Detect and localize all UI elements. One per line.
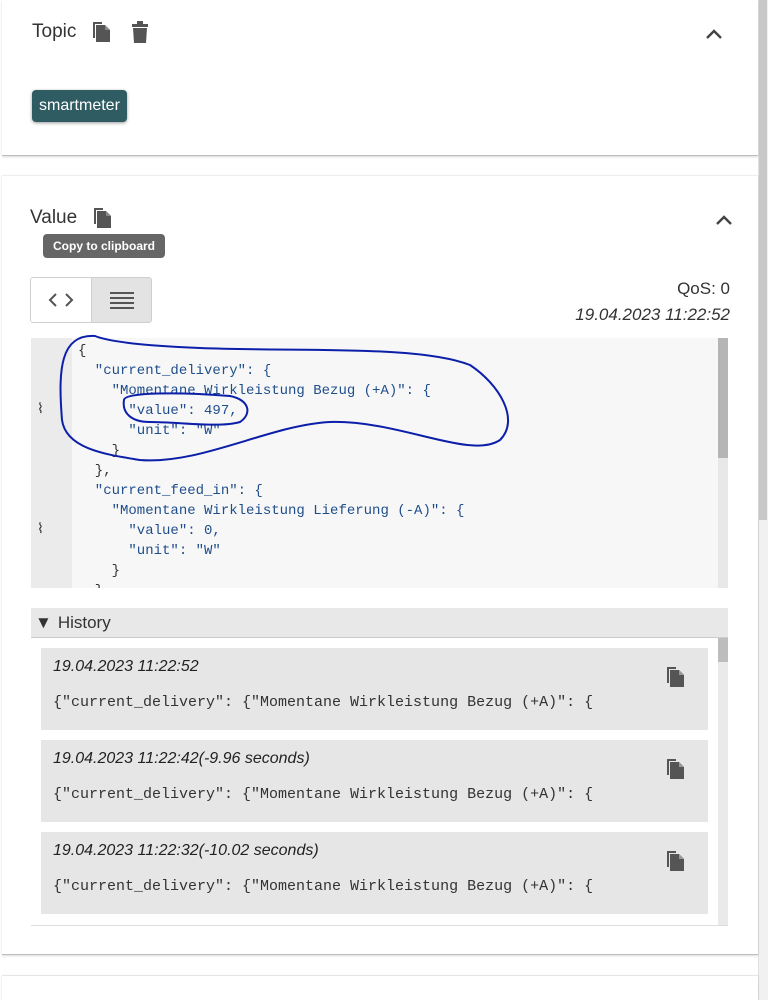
history-item-payload: {"current_delivery": {"Momentane Wirklei… xyxy=(53,694,594,711)
code-scrollbar-thumb[interactable] xyxy=(718,338,728,458)
history-scrollbar[interactable] xyxy=(718,638,728,925)
history-item[interactable]: 19.04.2023 11:22:32(-10.02 seconds) {"cu… xyxy=(41,832,708,914)
code-line: } xyxy=(78,583,103,588)
history-item-payload: {"current_delivery": {"Momentane Wirklei… xyxy=(53,878,594,895)
copy-icon[interactable] xyxy=(91,206,115,230)
code-scrollbar[interactable] xyxy=(718,338,728,588)
history-item-payload: {"current_delivery": {"Momentane Wirklei… xyxy=(53,786,594,803)
history-item-time: 19.04.2023 11:22:42(-9.96 seconds) xyxy=(53,750,310,767)
collapse-value-chevron-icon[interactable] xyxy=(714,210,734,230)
code-view-button[interactable] xyxy=(31,278,91,322)
history-item-time: 19.04.2023 11:22:52 xyxy=(53,658,199,675)
copy-icon[interactable] xyxy=(666,666,688,688)
code-line: } xyxy=(78,563,121,579)
history-toggle[interactable]: ▼ History xyxy=(31,608,728,638)
history-scrollbar-thumb[interactable] xyxy=(718,638,728,662)
topic-header: Topic xyxy=(32,20,152,44)
value-header: Value xyxy=(30,206,115,230)
history-label: History xyxy=(57,612,111,632)
page-scrollbar-thumb[interactable] xyxy=(759,0,767,520)
code-line: "Momentane Wirkleistung Lieferung (-A)":… xyxy=(78,503,465,519)
raw-view-button[interactable] xyxy=(91,278,151,322)
view-toggle xyxy=(30,277,152,323)
code-line: "current_feed_in": { xyxy=(78,483,263,499)
collapse-topic-chevron-icon[interactable] xyxy=(704,24,724,44)
page-scrollbar[interactable] xyxy=(758,0,768,1000)
copy-tooltip: Copy to clipboard xyxy=(43,234,165,258)
fold-icon[interactable]: ⌇ xyxy=(37,520,44,537)
topic-chip[interactable]: smartmeter xyxy=(32,90,127,122)
copy-icon[interactable] xyxy=(666,758,688,780)
copy-icon[interactable] xyxy=(90,20,114,44)
code-line: "value": 0, xyxy=(78,523,221,539)
topic-panel: Topic smartmeter xyxy=(2,0,758,156)
triangle-down-icon: ▼ xyxy=(35,612,52,632)
value-label: Value xyxy=(30,207,78,228)
topic-label: Topic xyxy=(32,21,77,42)
delete-icon[interactable] xyxy=(128,20,152,44)
qos-label: QoS: 0 xyxy=(677,279,730,298)
copy-icon[interactable] xyxy=(666,850,688,872)
history-item[interactable]: 19.04.2023 11:22:42(-9.96 seconds) {"cur… xyxy=(41,740,708,822)
history-list: 19.04.2023 11:22:52 {"current_delivery":… xyxy=(31,638,728,926)
code-line: "unit": "W" xyxy=(78,543,221,559)
next-panel xyxy=(2,975,758,1000)
annotation-scribble xyxy=(59,334,510,462)
message-timestamp: 19.04.2023 11:22:52 xyxy=(575,305,730,324)
history-item[interactable]: 19.04.2023 11:22:52 {"current_delivery":… xyxy=(41,648,708,730)
history-item-time: 19.04.2023 11:22:32(-10.02 seconds) xyxy=(53,842,319,859)
